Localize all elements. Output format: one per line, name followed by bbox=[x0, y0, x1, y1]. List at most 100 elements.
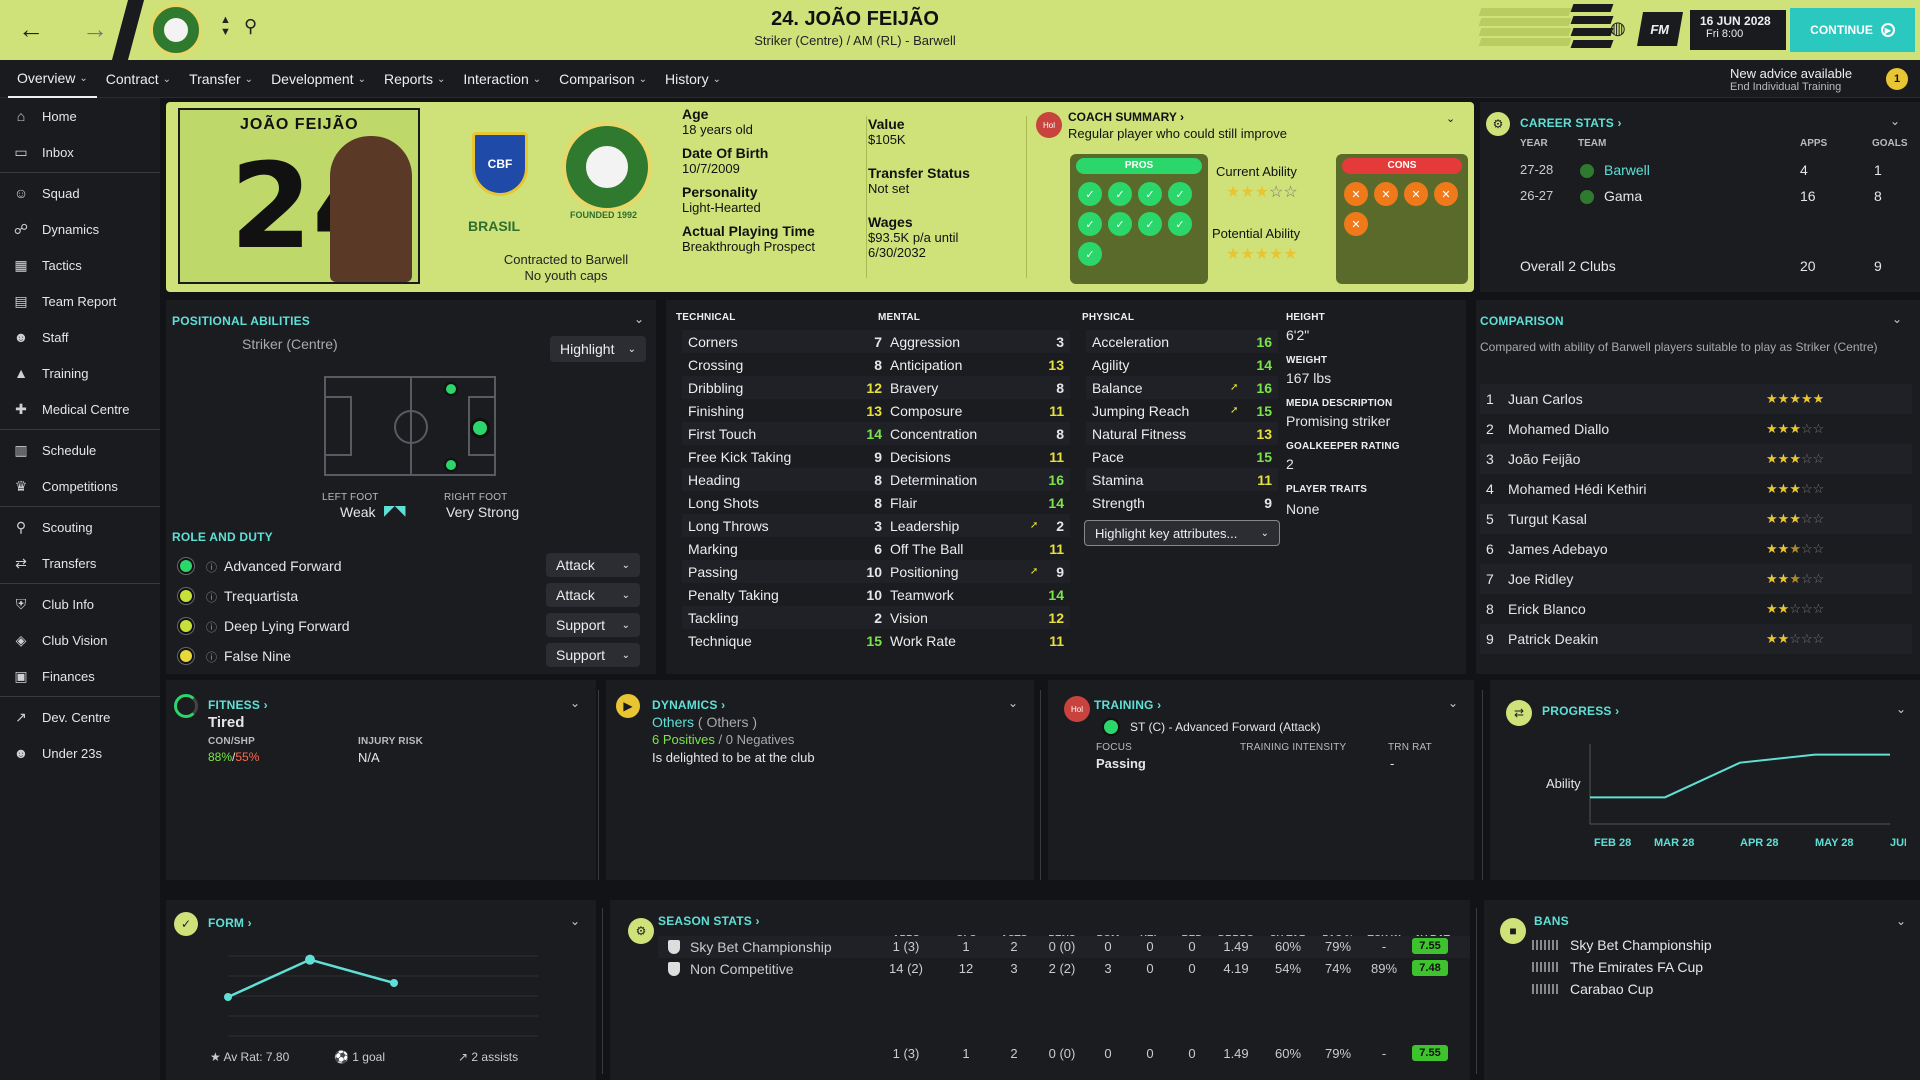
attribute-row[interactable]: Long Shots 8 bbox=[682, 491, 888, 514]
attribute-row[interactable]: Free Kick Taking 9 bbox=[682, 445, 888, 468]
highlight-dropdown[interactable]: Highlight ⌄ bbox=[550, 336, 646, 362]
duty-dropdown[interactable]: Attack ⌄ bbox=[546, 583, 640, 607]
attribute-row[interactable]: Aggression 3 bbox=[884, 330, 1070, 353]
season-row[interactable]: Sky Bet Championship 1 (3) 1 2 0 (0) 0 0 0 1.49 6… bbox=[658, 936, 1470, 958]
pro-trait-icon[interactable]: ✓ bbox=[1168, 182, 1192, 206]
ban-row[interactable]: Sky Bet Championship bbox=[1532, 934, 1912, 956]
training-role[interactable]: ST (C) - Advanced Forward (Attack) bbox=[1130, 720, 1321, 734]
sidebar-item-training[interactable]: ▲ Training bbox=[0, 355, 160, 391]
career-stats-title[interactable]: CAREER STATS › bbox=[1520, 116, 1622, 130]
sidebar-item-club-vision[interactable]: ◈ Club Vision bbox=[0, 622, 160, 658]
fitness-collapse-icon[interactable]: ⌄ bbox=[570, 696, 580, 710]
attribute-row[interactable]: Tackling 2 bbox=[682, 606, 888, 629]
duty-dropdown[interactable]: Support ⌄ bbox=[546, 643, 640, 667]
attribute-row[interactable]: Balance ➚ 16 bbox=[1086, 376, 1278, 399]
positional-collapse-icon[interactable]: ⌄ bbox=[634, 312, 644, 326]
comparison-row[interactable]: 1 Juan Carlos ★★★★★ bbox=[1480, 384, 1912, 414]
dynamics-title[interactable]: DYNAMICS › bbox=[652, 698, 725, 712]
notification-bell-icon[interactable]: 1 bbox=[1886, 68, 1908, 90]
attribute-row[interactable]: Corners 7 bbox=[682, 330, 888, 353]
attribute-row[interactable]: Strength 9 bbox=[1086, 491, 1278, 514]
pro-trait-icon[interactable]: ✓ bbox=[1138, 182, 1162, 206]
sidebar-item-schedule[interactable]: ▥ Schedule bbox=[0, 432, 160, 468]
attribute-row[interactable]: Vision 12 bbox=[884, 606, 1070, 629]
attribute-row[interactable]: Concentration 8 bbox=[884, 422, 1070, 445]
attribute-row[interactable]: Jumping Reach ➚ 15 bbox=[1086, 399, 1278, 422]
sidebar-item-tactics[interactable]: ▦ Tactics bbox=[0, 247, 160, 283]
attribute-row[interactable]: Pace 15 bbox=[1086, 445, 1278, 468]
attribute-row[interactable]: Penalty Taking 10 bbox=[682, 583, 888, 606]
sidebar-item-medical-centre[interactable]: ✚ Medical Centre bbox=[0, 391, 160, 427]
progress-collapse-icon[interactable]: ⌄ bbox=[1896, 702, 1906, 716]
sidebar-item-under-23s[interactable]: ☻ Under 23s bbox=[0, 735, 160, 771]
form-title[interactable]: FORM › bbox=[208, 916, 252, 930]
comparison-collapse-icon[interactable]: ⌄ bbox=[1892, 312, 1902, 326]
pro-trait-icon[interactable]: ✓ bbox=[1078, 242, 1102, 266]
attribute-row[interactable]: Leadership ➚ 2 bbox=[884, 514, 1070, 537]
info-icon[interactable]: ⓘ bbox=[206, 559, 217, 575]
training-title[interactable]: TRAINING › bbox=[1094, 698, 1161, 712]
duty-dropdown[interactable]: Support ⌄ bbox=[546, 613, 640, 637]
career-team[interactable]: Barwell bbox=[1604, 162, 1650, 178]
tab-contract[interactable]: Contract ⌄ bbox=[97, 60, 180, 98]
attribute-row[interactable]: Crossing 8 bbox=[682, 353, 888, 376]
role-row[interactable]: ⓘ Advanced Forward Attack ⌄ bbox=[172, 552, 652, 582]
comparison-row[interactable]: 6 James Adebayo ★★★☆☆ bbox=[1480, 534, 1912, 564]
sidebar-item-scouting[interactable]: ⚲ Scouting bbox=[0, 509, 160, 545]
coach-collapse-icon[interactable]: ⌄ bbox=[1446, 112, 1455, 125]
sidebar-item-club-info[interactable]: ⛨ Club Info bbox=[0, 586, 160, 622]
attribute-row[interactable]: Finishing 13 bbox=[682, 399, 888, 422]
training-collapse-icon[interactable]: ⌄ bbox=[1448, 696, 1458, 710]
tab-transfer[interactable]: Transfer ⌄ bbox=[180, 60, 262, 98]
coach-summary-title[interactable]: COACH SUMMARY › bbox=[1068, 110, 1184, 124]
tab-overview[interactable]: Overview ⌄ bbox=[8, 60, 97, 98]
comparison-row[interactable]: 9 Patrick Deakin ★★☆☆☆ bbox=[1480, 624, 1912, 654]
attribute-row[interactable]: Long Throws 3 bbox=[682, 514, 888, 537]
attribute-row[interactable]: First Touch 14 bbox=[682, 422, 888, 445]
dynamics-group[interactable]: Others ( Others ) bbox=[652, 714, 757, 730]
advice-box[interactable]: New advice available End Individual Trai… bbox=[1730, 66, 1852, 93]
progress-title[interactable]: PROGRESS › bbox=[1542, 704, 1619, 718]
pro-trait-icon[interactable]: ✓ bbox=[1108, 182, 1132, 206]
role-row[interactable]: ⓘ Trequartista Attack ⌄ bbox=[172, 582, 652, 612]
role-row[interactable]: ⓘ False Nine Support ⌄ bbox=[172, 642, 652, 672]
comparison-row[interactable]: 7 Joe Ridley ★★★☆☆ bbox=[1480, 564, 1912, 594]
comparison-row[interactable]: 2 Mohamed Diallo ★★★☆☆ bbox=[1480, 414, 1912, 444]
sidebar-item-dev-centre[interactable]: ↗ Dev. Centre bbox=[0, 699, 160, 735]
con-trait-icon[interactable]: ✕ bbox=[1344, 182, 1368, 206]
attribute-row[interactable]: Work Rate 11 bbox=[884, 629, 1070, 652]
sidebar-item-competitions[interactable]: ♛ Competitions bbox=[0, 468, 160, 504]
fm-button[interactable]: FM bbox=[1637, 12, 1683, 46]
sidebar-item-home[interactable]: ⌂ Home bbox=[0, 98, 160, 134]
role-row[interactable]: ⓘ Deep Lying Forward Support ⌄ bbox=[172, 612, 652, 642]
ban-row[interactable]: The Emirates FA Cup bbox=[1532, 956, 1912, 978]
continue-button[interactable]: CONTINUE ▶ bbox=[1790, 8, 1915, 52]
sidebar-item-squad[interactable]: ☺ Squad bbox=[0, 175, 160, 211]
career-collapse-icon[interactable]: ⌄ bbox=[1890, 114, 1900, 128]
ban-row[interactable]: Carabao Cup bbox=[1532, 978, 1912, 1000]
attribute-row[interactable]: Decisions 11 bbox=[884, 445, 1070, 468]
pro-trait-icon[interactable]: ✓ bbox=[1138, 212, 1162, 236]
comparison-row[interactable]: 4 Mohamed Hédi Kethiri ★★★☆☆ bbox=[1480, 474, 1912, 504]
sidebar-item-dynamics[interactable]: ☍ Dynamics bbox=[0, 211, 160, 247]
player-switch-icon[interactable]: ▲ ▼ bbox=[220, 14, 231, 38]
back-arrow-icon[interactable]: ← bbox=[18, 14, 44, 45]
attribute-row[interactable]: Stamina 11 bbox=[1086, 468, 1278, 491]
bans-collapse-icon[interactable]: ⌄ bbox=[1896, 914, 1906, 928]
season-row[interactable]: Non Competitive 14 (2) 12 3 2 (2) 3 0 0 4.19 54% 7… bbox=[658, 958, 1470, 980]
attribute-row[interactable]: Acceleration 16 bbox=[1086, 330, 1278, 353]
attribute-row[interactable]: Heading 8 bbox=[682, 468, 888, 491]
pro-trait-icon[interactable]: ✓ bbox=[1108, 212, 1132, 236]
attribute-row[interactable]: Marking 6 bbox=[682, 537, 888, 560]
con-trait-icon[interactable]: ✕ bbox=[1344, 212, 1368, 236]
attribute-row[interactable]: Off The Ball 11 bbox=[884, 537, 1070, 560]
highlight-key-attributes-dropdown[interactable]: Highlight key attributes... ⌄ bbox=[1084, 520, 1280, 546]
form-collapse-icon[interactable]: ⌄ bbox=[570, 914, 580, 928]
attribute-row[interactable]: Dribbling 12 bbox=[682, 376, 888, 399]
career-team[interactable]: Gama bbox=[1604, 188, 1642, 204]
forward-arrow-icon[interactable]: → bbox=[82, 14, 108, 45]
comparison-row[interactable]: 3 João Feijão ★★★☆☆ bbox=[1480, 444, 1912, 474]
attribute-row[interactable]: Anticipation 13 bbox=[884, 353, 1070, 376]
tab-interaction[interactable]: Interaction ⌄ bbox=[454, 60, 550, 98]
sidebar-item-inbox[interactable]: ▭ Inbox bbox=[0, 134, 160, 170]
